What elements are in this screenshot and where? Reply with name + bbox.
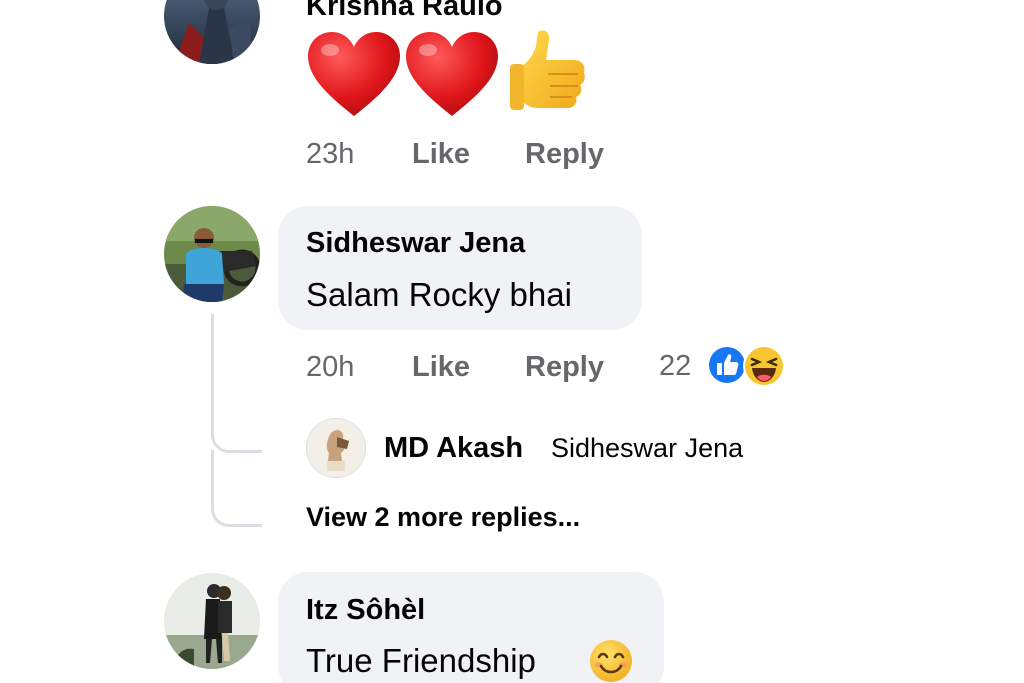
- reply-button[interactable]: Reply: [525, 353, 604, 382]
- view-more-replies-link[interactable]: View 2 more replies...: [306, 504, 580, 531]
- comment-time[interactable]: 20h: [306, 353, 354, 382]
- reply-author[interactable]: MD Akash: [384, 434, 523, 463]
- avatar[interactable]: [164, 206, 260, 302]
- heart-emoji: [306, 30, 402, 120]
- reaction-count[interactable]: 22: [659, 352, 691, 381]
- comments-panel: Krishna Raulo 23h Like Reply Sidheswar J…: [0, 0, 1024, 683]
- heart-emoji: [404, 30, 500, 120]
- avatar[interactable]: [164, 0, 260, 64]
- comment-author[interactable]: Sidheswar Jena: [306, 229, 525, 258]
- haha-reaction-icon[interactable]: [742, 344, 786, 388]
- thumbs-up-emoji: [508, 26, 588, 118]
- smiling-face-emoji: [588, 638, 634, 683]
- reply-mention[interactable]: Sidheswar Jena: [551, 435, 743, 462]
- avatar[interactable]: [164, 573, 260, 669]
- comment-text: True Friendship: [306, 642, 536, 679]
- like-button[interactable]: Like: [412, 140, 470, 169]
- like-button[interactable]: Like: [412, 353, 470, 382]
- thread-line: [211, 450, 262, 527]
- avatar[interactable]: [306, 418, 366, 478]
- thread-line: [211, 314, 214, 434]
- comment-author[interactable]: Itz Sôhèl: [306, 596, 425, 625]
- reply-button[interactable]: Reply: [525, 140, 604, 169]
- comment-author[interactable]: Krishna Raulo: [306, 0, 503, 21]
- comment-text: Salam Rocky bhai: [306, 276, 572, 313]
- comment-time[interactable]: 23h: [306, 140, 354, 169]
